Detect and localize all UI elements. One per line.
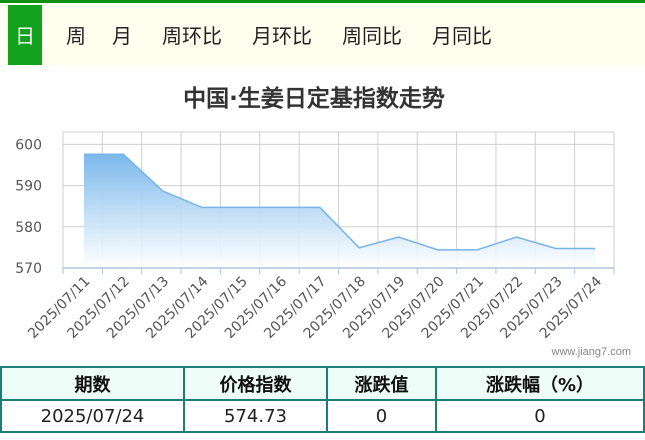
y-axis: 570 580 590 600 [15, 137, 42, 277]
x-axis: 2025/07/112025/07/122025/07/132025/07/14… [25, 267, 615, 342]
tab-week[interactable]: 周 [66, 3, 86, 66]
y-tick-label: 570 [15, 261, 42, 277]
cell-price-index: 574.73 [183, 399, 328, 433]
chart-svg: 中国·生姜日定基指数走势 570 580 590 600 2025/07/112025… [15, 85, 615, 342]
tab-day[interactable]: 日 [8, 4, 42, 65]
cell-period: 2025/07/24 [0, 399, 185, 433]
summary-table: 期数 价格指数 涨跌值 涨跌幅（%） 2025/07/24 574.73 0 0 [0, 366, 645, 433]
tab-month[interactable]: 月 [112, 3, 132, 66]
table-row: 2025/07/24 574.73 0 0 [0, 399, 645, 433]
header-price-index: 价格指数 [183, 366, 328, 401]
index-chart: 中国·生姜日定基指数走势 570 580 590 600 2025/07/11 2025… [0, 70, 645, 360]
tab-month-over-month[interactable]: 月环比 [252, 3, 312, 66]
cell-change-value: 0 [326, 399, 437, 433]
summary-header-row: 期数 价格指数 涨跌值 涨跌幅（%） [0, 366, 645, 401]
cell-change-percent: 0 [435, 399, 645, 433]
chart-area-series [83, 153, 596, 268]
y-tick-label: 580 [15, 220, 42, 236]
area-fill [84, 154, 595, 268]
period-tab-bar: 日 周 月 周环比 月环比 周同比 月同比 [0, 0, 645, 66]
tab-week-year-over-year[interactable]: 周同比 [342, 3, 402, 66]
tab-week-over-week[interactable]: 周环比 [162, 3, 222, 66]
y-tick-label: 600 [15, 137, 42, 153]
header-change-value: 涨跌值 [326, 366, 437, 401]
header-change-percent: 涨跌幅（%） [435, 366, 645, 401]
tab-month-year-over-year[interactable]: 月同比 [432, 3, 492, 66]
header-period: 期数 [0, 366, 185, 401]
y-tick-label: 590 [15, 179, 42, 195]
page: 日 周 月 周环比 月环比 周同比 月同比 中国·生姜日定基指数走势 570 58… [0, 0, 645, 440]
chart-title: 中国·生姜日定基指数走势 [183, 85, 445, 112]
watermark: www.jiang7.com [551, 346, 631, 358]
